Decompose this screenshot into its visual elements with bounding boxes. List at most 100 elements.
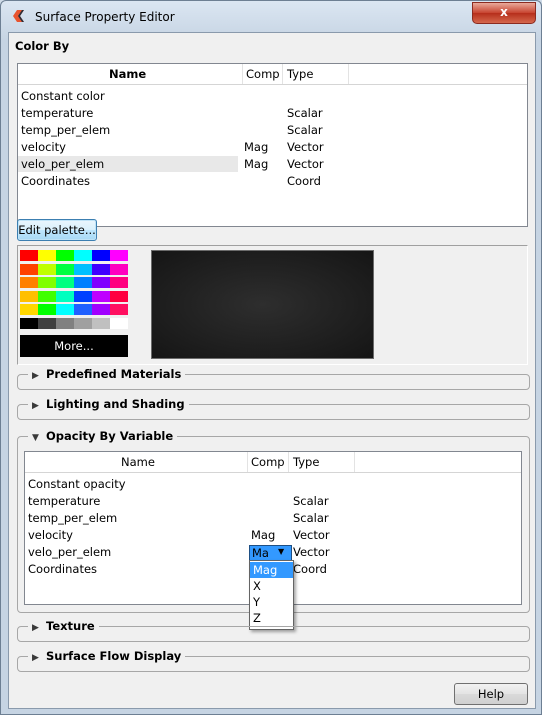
lighting-shading-toggle[interactable]: ▶ Lighting and Shading bbox=[28, 397, 189, 411]
color-palette-grid[interactable]: More... bbox=[20, 250, 128, 357]
table-row[interactable]: temp_per_elem Scalar bbox=[18, 122, 525, 138]
color-swatch[interactable] bbox=[38, 304, 56, 315]
table-row[interactable]: velocity Mag Vector bbox=[25, 527, 519, 543]
surface-flow-display-toggle[interactable]: ▶ Surface Flow Display bbox=[28, 649, 186, 663]
close-button[interactable]: x bbox=[472, 2, 536, 24]
color-swatch[interactable] bbox=[38, 277, 56, 288]
color-swatch[interactable] bbox=[38, 290, 56, 302]
color-by-col-name[interactable]: Name bbox=[109, 67, 146, 81]
color-swatch[interactable] bbox=[56, 317, 74, 329]
color-swatch[interactable] bbox=[110, 263, 128, 275]
row-name: temp_per_elem bbox=[21, 123, 111, 137]
color-swatch[interactable] bbox=[92, 290, 110, 302]
color-swatch[interactable] bbox=[20, 317, 38, 329]
color-swatch[interactable] bbox=[56, 277, 74, 288]
row-type: Scalar bbox=[287, 106, 323, 120]
group-title: Surface Flow Display bbox=[46, 649, 182, 663]
group-title: Opacity By Variable bbox=[46, 429, 174, 443]
opacity-table[interactable]: Name Comp Type Constant opacity temperat… bbox=[24, 451, 522, 630]
color-swatch[interactable] bbox=[56, 304, 74, 315]
color-swatch[interactable] bbox=[38, 317, 56, 329]
table-row[interactable]: Constant opacity bbox=[25, 476, 519, 492]
color-swatch[interactable] bbox=[56, 263, 74, 275]
dropdown-option[interactable]: Mag bbox=[250, 562, 293, 578]
opacity-col-type[interactable]: Type bbox=[293, 455, 319, 469]
color-swatch[interactable] bbox=[74, 277, 92, 288]
row-type: Vector bbox=[287, 140, 324, 154]
opacity-by-variable-toggle[interactable]: ▼ Opacity By Variable bbox=[28, 429, 178, 443]
dropdown-option[interactable]: X bbox=[250, 578, 293, 594]
row-name: temperature bbox=[28, 494, 101, 508]
table-row[interactable]: temperature Scalar bbox=[18, 105, 525, 121]
title-bar[interactable]: Surface Property Editor x bbox=[1, 1, 541, 33]
color-swatch[interactable] bbox=[110, 277, 128, 288]
color-swatch[interactable] bbox=[110, 304, 128, 315]
predefined-materials-toggle[interactable]: ▶ Predefined Materials bbox=[28, 367, 186, 381]
row-name: Coordinates bbox=[28, 562, 98, 576]
comp-combo-value: Ma bbox=[252, 546, 269, 560]
color-swatch[interactable] bbox=[38, 263, 56, 275]
edit-palette-button[interactable]: Edit palette... bbox=[17, 219, 97, 241]
app-logo-icon bbox=[13, 10, 24, 22]
color-swatch[interactable] bbox=[56, 250, 74, 261]
client-area: Color By Name Comp Type Constant color t… bbox=[8, 32, 536, 709]
color-swatch[interactable] bbox=[74, 290, 92, 302]
table-row[interactable]: Coordinates Coord bbox=[18, 173, 525, 189]
comp-dropdown-list: Mag X Y Z bbox=[249, 560, 294, 630]
more-colors-button[interactable]: More... bbox=[20, 335, 128, 357]
color-swatch[interactable] bbox=[20, 304, 38, 315]
color-swatch[interactable] bbox=[20, 290, 38, 302]
color-swatch[interactable] bbox=[92, 250, 110, 261]
color-by-col-comp[interactable]: Comp bbox=[246, 67, 280, 81]
opacity-by-variable-group: ▼ Opacity By Variable Name Comp Type Cons… bbox=[17, 429, 530, 630]
dropdown-option[interactable]: Z bbox=[250, 610, 293, 626]
texture-toggle[interactable]: ▶ Texture bbox=[28, 619, 99, 633]
table-row[interactable]: temperature Scalar bbox=[25, 493, 519, 509]
opacity-col-name[interactable]: Name bbox=[121, 455, 155, 469]
color-swatch[interactable] bbox=[74, 304, 92, 315]
help-button[interactable]: Help bbox=[454, 683, 528, 705]
row-name: Constant opacity bbox=[28, 477, 126, 491]
row-name: temp_per_elem bbox=[28, 511, 118, 525]
opacity-table-header: Name Comp Type bbox=[25, 452, 521, 473]
color-swatch[interactable] bbox=[74, 317, 92, 329]
expand-arrow-icon: ▶ bbox=[32, 401, 39, 411]
palette-area: More... bbox=[17, 245, 528, 365]
color-swatch[interactable] bbox=[74, 250, 92, 261]
expand-arrow-icon: ▶ bbox=[32, 623, 39, 633]
row-type: Coord bbox=[293, 562, 327, 576]
row-type: Vector bbox=[293, 545, 330, 559]
table-row[interactable]: temp_per_elem Scalar bbox=[25, 510, 519, 526]
table-row-cells[interactable]: Mag Vector bbox=[238, 156, 525, 172]
color-swatch[interactable] bbox=[74, 263, 92, 275]
opacity-col-comp[interactable]: Comp bbox=[251, 455, 285, 469]
color-swatch[interactable] bbox=[110, 250, 128, 261]
color-swatch[interactable] bbox=[92, 317, 110, 329]
table-row-selected[interactable]: velo_per_elem bbox=[18, 156, 238, 172]
chevron-down-icon[interactable]: ▼ bbox=[278, 547, 284, 556]
dropdown-option[interactable]: Y bbox=[250, 594, 293, 610]
color-swatch[interactable] bbox=[92, 304, 110, 315]
group-title: Texture bbox=[46, 619, 95, 633]
color-swatch[interactable] bbox=[110, 317, 128, 329]
color-swatch[interactable] bbox=[56, 290, 74, 302]
color-by-col-type[interactable]: Type bbox=[287, 67, 313, 81]
row-name: velocity bbox=[21, 140, 66, 154]
row-name: velo_per_elem bbox=[21, 157, 105, 171]
row-type: Scalar bbox=[293, 494, 329, 508]
color-by-table[interactable]: Name Comp Type Constant color temperatur… bbox=[17, 63, 528, 227]
group-title: Predefined Materials bbox=[46, 367, 182, 381]
color-swatch[interactable] bbox=[20, 250, 38, 261]
color-swatch[interactable] bbox=[38, 250, 56, 261]
table-row[interactable]: Constant color bbox=[18, 88, 525, 104]
color-by-table-header: Name Comp Type bbox=[18, 64, 527, 85]
color-swatch[interactable] bbox=[20, 277, 38, 288]
color-swatch[interactable] bbox=[20, 263, 38, 275]
table-row[interactable]: velocity Mag Vector bbox=[18, 139, 525, 155]
color-swatch[interactable] bbox=[92, 277, 110, 288]
row-name: Coordinates bbox=[21, 174, 91, 188]
color-swatch[interactable] bbox=[92, 263, 110, 275]
collapse-arrow-icon: ▼ bbox=[32, 433, 39, 443]
comp-combo-box[interactable]: Ma ▼ bbox=[249, 545, 292, 561]
color-swatch[interactable] bbox=[110, 290, 128, 302]
